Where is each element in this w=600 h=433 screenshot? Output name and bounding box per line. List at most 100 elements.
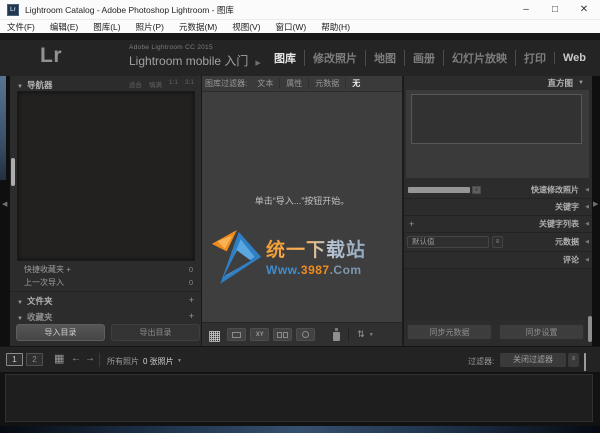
sort-dropdown-icon[interactable]: ▼ — [369, 332, 374, 338]
close-button[interactable]: ✕ — [570, 0, 598, 20]
module-print[interactable]: 打印 — [514, 50, 554, 66]
menu-library[interactable]: 图库(L) — [93, 21, 120, 33]
lock-icon[interactable] — [584, 353, 593, 378]
survey-view-button[interactable] — [273, 328, 293, 341]
left-collapse-icon[interactable]: ◀ — [2, 200, 7, 208]
watermark-url: Www.3987.Com — [266, 263, 362, 277]
sync-metadata-button[interactable]: 同步元数据 — [407, 324, 492, 340]
keywording-expand-icon[interactable]: ◀ — [585, 204, 589, 210]
add-folder-icon[interactable]: + — [189, 295, 194, 305]
add-keyword-icon[interactable]: + — [409, 219, 414, 229]
metadata-expand-icon[interactable]: ◀ — [585, 239, 589, 245]
collections-header[interactable]: ▼ 收藏夹 + — [10, 309, 201, 323]
module-library[interactable]: 图库 — [266, 50, 304, 66]
library-filter-bar: 图库过滤器: 文本 属性 元数据 无 — [202, 76, 402, 92]
collections-collapse-icon[interactable]: ▼ — [17, 316, 23, 322]
histogram-header[interactable]: 直方图 ▼ — [404, 76, 592, 90]
right-panel: 直方图 ▼ ≡ 快速修改照片 ◀ 关键字 ◀ + 关键字列表 ◀ 默认值 ≡ 元… — [403, 76, 592, 346]
grid-view-icon[interactable]: ▦ — [208, 328, 221, 342]
painter-icon[interactable] — [333, 328, 341, 341]
filter-none[interactable]: 无 — [345, 78, 366, 89]
previous-import-row[interactable]: 上一次导入 0 — [10, 276, 201, 289]
module-map[interactable]: 地图 — [364, 50, 404, 66]
titlebar[interactable]: Lr Lightroom Catalog - Adobe Photoshop L… — [0, 0, 600, 20]
module-slideshow[interactable]: 幻灯片放映 — [442, 50, 515, 66]
filter-attribute[interactable]: 属性 — [279, 78, 308, 89]
background-window-edge — [0, 76, 6, 180]
filter-text[interactable]: 文本 — [251, 78, 279, 89]
module-book[interactable]: 画册 — [403, 50, 443, 66]
quick-develop-slider[interactable] — [408, 187, 470, 193]
bottom-window-edge: ▼ — [0, 426, 600, 433]
navigator-collapse-icon[interactable]: ▼ — [17, 84, 23, 90]
metadata-section[interactable]: 默认值 ≡ 元数据 ◀ — [404, 232, 592, 251]
menu-file[interactable]: 文件(F) — [7, 21, 35, 33]
minimize-button[interactable]: – — [512, 0, 540, 20]
filmstrip-filter-select[interactable]: 关闭过滤器 — [500, 353, 566, 367]
menu-metadata[interactable]: 元数据(M) — [179, 21, 217, 33]
loupe-view-icon — [232, 331, 242, 338]
metadata-preset-select[interactable]: 默认值 — [407, 236, 489, 248]
quick-develop-section[interactable]: ≡ 快速修改照片 ◀ — [404, 182, 592, 198]
collections-title: 收藏夹 — [26, 312, 53, 322]
filmstrip-empty-tray[interactable] — [5, 374, 593, 422]
export-button[interactable]: 导出目录 — [111, 324, 200, 341]
keyword-list-expand-icon[interactable]: ◀ — [585, 221, 589, 227]
quick-develop-expand-icon[interactable]: ◀ — [585, 187, 589, 193]
folders-collapse-icon[interactable]: ▼ — [17, 300, 23, 306]
lr-logo: Lr — [40, 44, 62, 67]
top-panel-strip[interactable]: ▲ — [0, 33, 600, 48]
menu-view[interactable]: 视图(V) — [232, 21, 260, 33]
quick-develop-label: 快速修改照片 — [531, 185, 579, 195]
filter-metadata[interactable]: 元数据 — [308, 78, 345, 89]
main-window-button[interactable]: 1 — [6, 353, 23, 366]
navigator-zoom-options: 适合 填满 1:1 3:1 — [129, 79, 194, 89]
keywording-section[interactable]: 关键字 ◀ — [404, 198, 592, 215]
zoom-1-1[interactable]: 1:1 — [169, 79, 178, 89]
photo-count-label: 0 张照片 — [143, 357, 174, 366]
grid-icon[interactable]: ▦ — [54, 354, 64, 365]
zoom-3-1[interactable]: 3:1 — [185, 79, 194, 89]
zoom-fill[interactable]: 填满 — [149, 79, 162, 89]
module-web[interactable]: Web — [553, 52, 594, 64]
sort-direction-icon[interactable]: ⇅ — [357, 329, 365, 340]
forward-arrow-icon[interactable]: → — [85, 354, 95, 364]
histogram-panel — [406, 90, 589, 178]
sync-settings-button[interactable]: 同步设置 — [499, 324, 584, 340]
menubar: 文件(F) 编辑(E) 图库(L) 照片(P) 元数据(M) 视图(V) 窗口(… — [0, 20, 600, 33]
filter-menu-icon[interactable]: ≡ — [568, 353, 579, 367]
quick-develop-menu-icon[interactable]: ≡ — [472, 186, 481, 194]
filmstrip-source-label[interactable]: 所有照片 — [107, 356, 139, 367]
right-panel-gutter[interactable] — [592, 76, 600, 346]
maximize-button[interactable]: □ — [541, 0, 569, 20]
right-collapse-icon[interactable]: ▶ — [593, 200, 598, 208]
add-collection-icon[interactable]: + — [189, 311, 194, 321]
histogram-title: 直方图 — [547, 78, 574, 88]
loupe-view-button[interactable] — [227, 328, 247, 341]
histogram-collapse-icon[interactable]: ▼ — [578, 80, 584, 86]
back-arrow-icon[interactable]: ← — [71, 354, 81, 364]
compare-view-button[interactable]: XY — [250, 328, 270, 341]
folders-header[interactable]: ▼ 文件夹 + — [10, 291, 201, 307]
navigator-header[interactable]: ▼ 导航器 适合 填满 1:1 3:1 — [10, 76, 201, 91]
keyword-list-section[interactable]: + 关键字列表 ◀ — [404, 215, 592, 232]
comments-expand-icon[interactable]: ◀ — [585, 257, 589, 263]
menu-help[interactable]: 帮助(H) — [321, 21, 350, 33]
identity-arrow-icon[interactable]: ▶ — [255, 60, 260, 67]
module-develop[interactable]: 修改照片 — [303, 50, 365, 66]
zoom-fit[interactable]: 适合 — [129, 79, 142, 89]
metadata-preset-menu-icon[interactable]: ≡ — [492, 236, 503, 248]
source-dropdown-icon[interactable]: ▼ — [177, 358, 182, 364]
quick-collection-row[interactable]: 快捷收藏夹 + 0 — [10, 263, 201, 276]
menu-edit[interactable]: 编辑(E) — [50, 21, 78, 33]
people-view-button[interactable] — [296, 328, 316, 341]
watermark-logo-icon — [211, 230, 262, 284]
second-window-button[interactable]: 2 — [26, 353, 43, 366]
identity-plate[interactable]: Adobe Lightroom CC 2015 Lightroom mobile… — [129, 44, 261, 69]
import-button[interactable]: 导入目录 — [16, 324, 105, 341]
comments-section[interactable]: 评论 ◀ — [404, 251, 592, 268]
left-panel-scrollbar[interactable] — [11, 158, 15, 186]
metadata-label: 元数据 — [555, 237, 579, 247]
menu-photo[interactable]: 照片(P) — [136, 21, 164, 33]
menu-window[interactable]: 窗口(W) — [276, 21, 307, 33]
